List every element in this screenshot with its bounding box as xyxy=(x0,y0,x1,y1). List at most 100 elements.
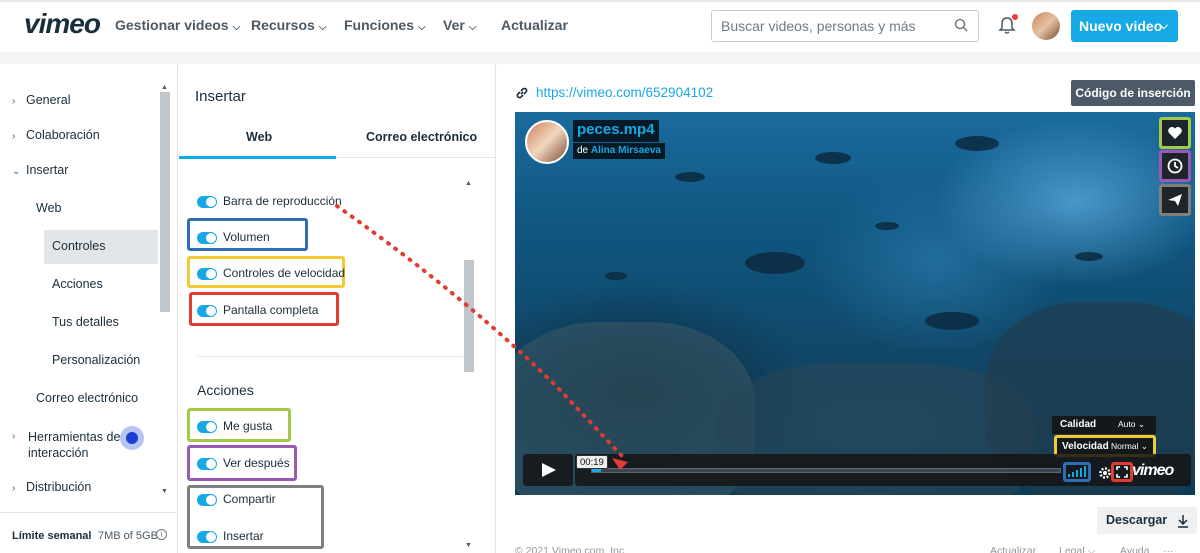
sidebar-item-label: Insertar xyxy=(26,163,69,177)
footer-copyright: © 2021 Vimeo.com, Inc. xyxy=(515,545,628,553)
toggle-switch[interactable] xyxy=(197,232,217,244)
gear-icon[interactable] xyxy=(1098,466,1112,480)
sidebar-item-general[interactable]: › General xyxy=(12,93,70,107)
toggle-switch[interactable] xyxy=(197,305,217,317)
video-url-link[interactable]: https://vimeo.com/652904102 xyxy=(536,85,713,100)
toggle-label: Insertar xyxy=(223,529,264,543)
nav-ver[interactable]: Ver ⌵ xyxy=(443,17,476,33)
toggle-switch[interactable] xyxy=(197,268,217,280)
footer-link-ayuda[interactable]: Ayuda xyxy=(1120,545,1150,553)
volume-button[interactable] xyxy=(1063,462,1091,482)
sidebar-item-web[interactable]: Web xyxy=(36,201,61,215)
sidebar-item-distribucion[interactable]: › Distribución xyxy=(12,480,91,494)
scroll-down-icon[interactable]: ▼ xyxy=(465,542,472,549)
scroll-up-icon[interactable]: ▲ xyxy=(465,180,472,187)
progress-fill xyxy=(592,469,602,472)
author-name[interactable]: Alina Mirsaeva xyxy=(591,145,661,156)
sidebar-item-tus-detalles[interactable]: Tus detalles xyxy=(52,315,119,329)
scroll-up-icon[interactable]: ▲ xyxy=(161,84,168,91)
chevron-right-icon: › xyxy=(12,96,16,107)
sidebar-item-correo[interactable]: Correo electrónico xyxy=(36,391,138,405)
notification-dot xyxy=(1012,14,1018,20)
download-button[interactable]: Descargar xyxy=(1097,507,1197,534)
notifications-bell-icon[interactable] xyxy=(998,14,1018,36)
toggle-switch[interactable] xyxy=(197,494,217,506)
tab-bar: Web Correo electrónico xyxy=(179,124,495,159)
fish-shape xyxy=(955,136,999,151)
sidebar-item-controles[interactable]: Controles xyxy=(52,239,106,253)
new-video-label: Nuevo video xyxy=(1079,18,1163,34)
tab-correo-electronico[interactable]: Correo electrónico xyxy=(366,130,477,144)
quality-label: Calidad xyxy=(1060,419,1097,430)
byline-prefix: de xyxy=(577,145,589,156)
video-title[interactable]: peces.mp4 xyxy=(573,120,659,142)
nav-label: Actualizar xyxy=(501,17,568,33)
toggle-label: Me gusta xyxy=(223,419,273,433)
footer-more[interactable]: ··· xyxy=(1163,545,1174,553)
speed-value: Normal ⌄ xyxy=(1111,441,1148,451)
user-avatar[interactable] xyxy=(1032,12,1060,40)
search-input[interactable] xyxy=(721,17,941,35)
play-button[interactable] xyxy=(523,454,573,486)
toggle-switch[interactable] xyxy=(197,531,217,543)
toggle-label: Barra de reproducción xyxy=(223,194,342,208)
sidebar-item-label: Tus detalles xyxy=(52,315,119,329)
toggle-label: Pantalla completa xyxy=(223,303,319,317)
tab-web[interactable]: Web xyxy=(246,130,272,144)
download-icon xyxy=(1178,515,1188,528)
scrollbar-thumb[interactable] xyxy=(160,92,170,312)
clock-icon xyxy=(1167,158,1183,174)
nav-actualizar[interactable]: Actualizar xyxy=(501,17,568,33)
nav-label: Gestionar videos xyxy=(115,17,229,33)
footer-link-actualizar[interactable]: Actualizar xyxy=(990,545,1036,553)
heart-icon xyxy=(1168,127,1182,139)
scroll-down-icon[interactable]: ▼ xyxy=(161,488,168,495)
chevron-down-icon: ⌵ xyxy=(318,22,327,33)
nav-recursos[interactable]: Recursos ⌵ xyxy=(251,17,326,33)
actions-section-title: Acciones xyxy=(197,382,254,398)
footer-link-legal[interactable]: Legal ⌵ xyxy=(1059,545,1096,553)
status-indicator-icon xyxy=(120,426,144,450)
embed-code-button[interactable]: Código de inserción xyxy=(1071,80,1195,106)
sidebar-item-herramientas[interactable]: › Herramientas de interacción xyxy=(12,429,122,461)
fullscreen-button[interactable] xyxy=(1111,462,1133,482)
nav-gestionar-videos[interactable]: Gestionar videos ⌵ xyxy=(115,17,240,33)
limit-value: 7MB of 5GB xyxy=(98,530,158,542)
quality-menu[interactable]: Calidad Auto ⌄ xyxy=(1052,416,1156,434)
nav-label: Recursos xyxy=(251,17,315,33)
toggle-switch[interactable] xyxy=(197,196,217,208)
sidebar-item-label: General xyxy=(26,93,71,107)
video-player[interactable]: peces.mp4 de Alina Mirsaeva Calidad Auto… xyxy=(515,112,1195,495)
share-button[interactable] xyxy=(1159,184,1191,216)
sidebar-item-personalizacion[interactable]: Personalización xyxy=(52,353,140,367)
watch-later-button[interactable] xyxy=(1159,150,1191,182)
toggle-switch[interactable] xyxy=(197,421,217,433)
vimeo-logo[interactable]: vimeo xyxy=(24,8,101,40)
chevron-down-icon: ⌄ xyxy=(12,166,21,177)
panel-scrollbar[interactable]: ▲ ▼ xyxy=(464,180,474,553)
settings-sidebar: › General › Colaboración ⌄ Insertar Web Con… xyxy=(0,64,178,553)
sidebar-item-label: Distribución xyxy=(26,480,92,494)
info-icon[interactable]: i xyxy=(156,529,167,540)
chevron-down-icon: ⌵ xyxy=(232,22,241,33)
like-button[interactable] xyxy=(1159,117,1191,149)
progress-bar[interactable] xyxy=(591,468,1061,473)
search-box[interactable] xyxy=(711,10,979,42)
sidebar-item-colaboracion[interactable]: › Colaboración xyxy=(12,128,100,142)
sidebar-item-insertar[interactable]: ⌄ Insertar xyxy=(12,163,68,177)
sidebar-item-label: Controles xyxy=(52,239,106,253)
preview-panel: https://vimeo.com/652904102 Código de in… xyxy=(497,64,1200,553)
chevron-right-icon: › xyxy=(12,431,16,442)
author-avatar[interactable] xyxy=(525,120,569,164)
sidebar-item-label: Herramientas de interacción xyxy=(28,430,121,460)
speed-label: Velocidad xyxy=(1062,441,1109,452)
nav-funciones[interactable]: Funciones ⌵ xyxy=(344,17,426,33)
embed-settings-panel: Insertar Web Correo electrónico Barra de… xyxy=(179,64,496,553)
sidebar-scrollbar[interactable]: ▲ ▼ xyxy=(160,84,170,500)
new-video-button[interactable]: Nuevo video ⌵ xyxy=(1071,10,1178,42)
scrollbar-thumb[interactable] xyxy=(464,260,474,372)
toggle-switch[interactable] xyxy=(197,458,217,470)
search-icon[interactable] xyxy=(954,18,968,32)
vimeo-watermark[interactable]: vimeo xyxy=(1132,462,1174,480)
sidebar-item-acciones[interactable]: Acciones xyxy=(52,277,103,291)
